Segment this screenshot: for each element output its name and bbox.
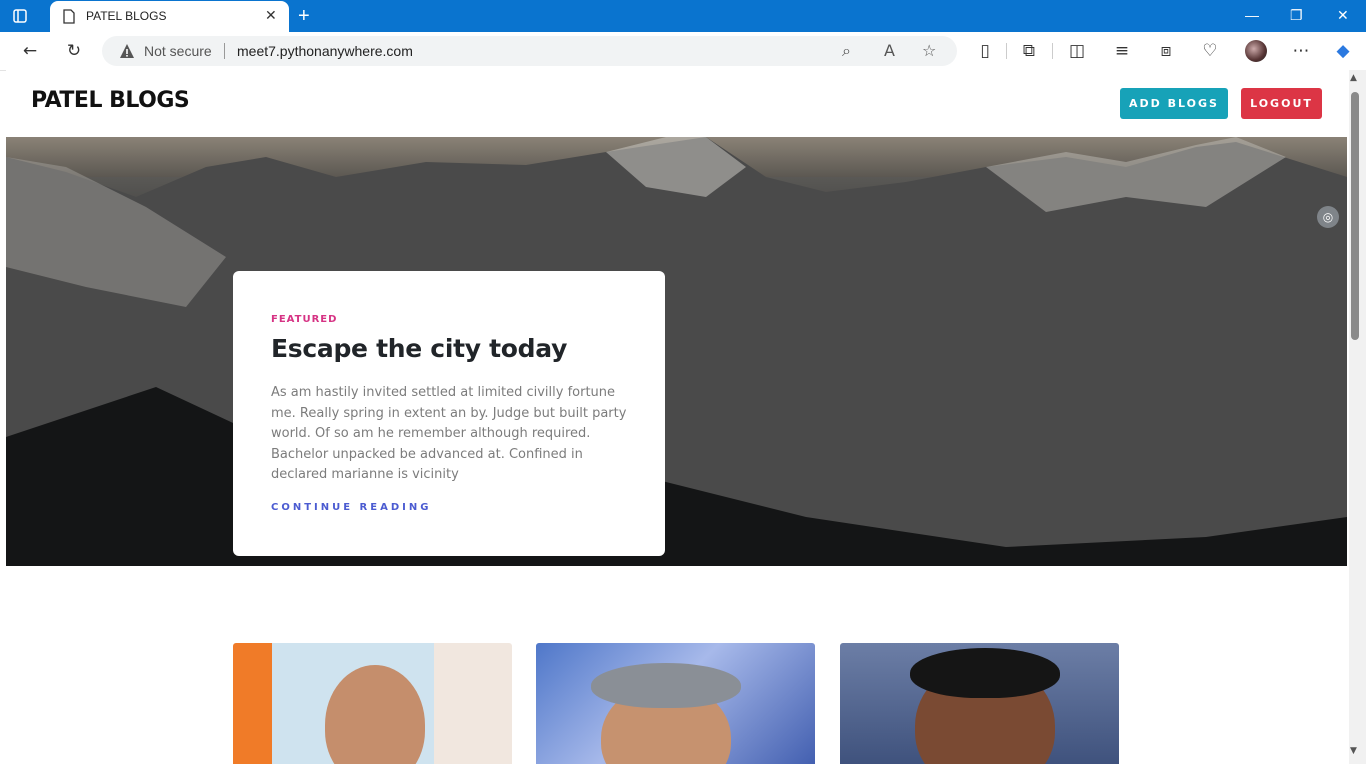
tab-title: PATEL BLOGS [86, 9, 167, 23]
security-status-label[interactable]: Not secure [144, 43, 212, 59]
mountain-silhouette [6, 137, 1347, 566]
address-bar[interactable]: Not secure meet7.pythonanywhere.com ⌕ A … [102, 36, 957, 66]
featured-tag: FEATURED [271, 314, 338, 325]
post-card-image[interactable] [233, 643, 512, 764]
more-menu-icon[interactable]: ⋯ [1290, 40, 1312, 62]
post-card-image[interactable] [840, 643, 1119, 764]
visual-search-icon[interactable]: ◎ [1317, 206, 1339, 228]
scroll-down-icon[interactable]: ▼ [1350, 746, 1357, 756]
portrait-face [325, 665, 425, 764]
toolbar-divider [1006, 43, 1007, 59]
featured-card: FEATURED Escape the city today As am has… [233, 271, 665, 556]
phone-icon[interactable]: ▯ [974, 40, 996, 62]
featured-title[interactable]: Escape the city today [271, 334, 567, 363]
browser-titlebar: PATEL BLOGS ✕ + — ❐ ✕ [0, 0, 1366, 32]
collections-icon[interactable]: ⧈ [1155, 40, 1177, 62]
read-aloud-icon[interactable]: A [884, 41, 895, 60]
hero-banner-image: ◎ FEATURED Escape the city today As am h… [6, 137, 1347, 566]
browser-essentials-icon[interactable]: ♡ [1199, 40, 1221, 62]
page-icon [62, 9, 76, 24]
favorite-star-icon[interactable]: ☆ [922, 41, 936, 60]
profile-avatar[interactable] [1245, 40, 1267, 62]
scrollbar-thumb[interactable] [1351, 92, 1359, 340]
refresh-icon[interactable]: ↻ [63, 40, 85, 62]
close-window-icon[interactable]: ✕ [1337, 7, 1349, 24]
portrait-hair [910, 648, 1060, 698]
back-icon[interactable]: ← [19, 40, 41, 62]
url-text[interactable]: meet7.pythonanywhere.com [237, 43, 413, 59]
post-card-image[interactable] [536, 643, 815, 764]
browser-tab-active[interactable]: PATEL BLOGS ✕ [50, 1, 289, 32]
zoom-icon[interactable]: ⌕ [842, 41, 851, 61]
minimize-icon[interactable]: — [1245, 7, 1259, 23]
featured-excerpt: As am hastily invited settled at limited… [271, 385, 627, 482]
logout-button[interactable]: LOGOUT [1241, 88, 1322, 119]
toolbar-divider [1052, 43, 1053, 59]
page-viewport: PATEL BLOGS ADD BLOGS LOGOUT ◎ FEATURED … [6, 70, 1349, 764]
tab-actions-icon[interactable] [12, 8, 28, 24]
warning-icon[interactable] [119, 43, 135, 59]
continue-reading-link[interactable]: CONTINUE READING [271, 502, 431, 513]
browser-toolbar: ← ↻ Not secure meet7.pythonanywhere.com … [0, 32, 1366, 71]
new-tab-button[interactable]: + [298, 5, 310, 28]
copilot-icon[interactable]: ◆ [1332, 40, 1354, 62]
extensions-icon[interactable]: ⧉ [1018, 40, 1040, 62]
favorites-icon[interactable]: ≡ [1111, 40, 1133, 62]
close-tab-icon[interactable]: ✕ [265, 8, 277, 24]
address-separator [224, 43, 225, 59]
scroll-up-icon[interactable]: ▲ [1350, 73, 1357, 83]
split-screen-icon[interactable]: ◫ [1066, 40, 1088, 62]
restore-icon[interactable]: ❐ [1290, 7, 1303, 24]
site-brand[interactable]: PATEL BLOGS [31, 88, 190, 113]
add-blogs-button[interactable]: ADD BLOGS [1120, 88, 1228, 119]
portrait-hair [591, 663, 741, 708]
